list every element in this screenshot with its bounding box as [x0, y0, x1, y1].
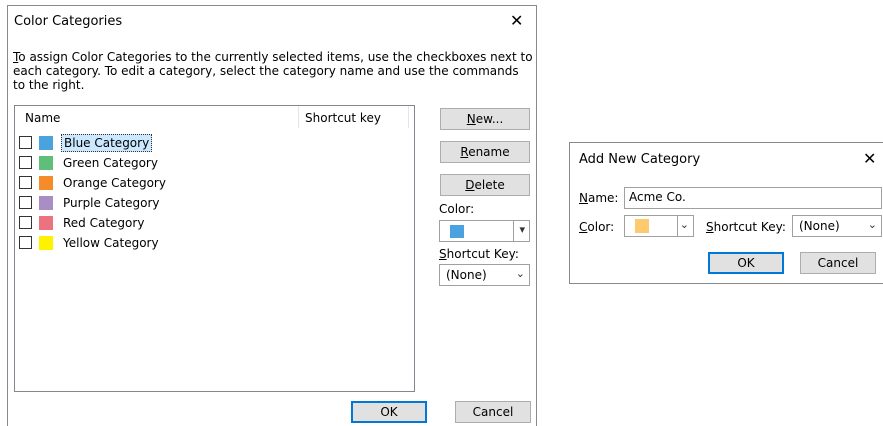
name-label: Name:: [579, 191, 618, 205]
color-dropdown[interactable]: ⌄: [624, 215, 694, 237]
name-mnemonic: N: [579, 191, 588, 205]
delete-label: elete: [474, 178, 505, 192]
list-item[interactable]: Orange Category: [19, 174, 349, 192]
list-item[interactable]: Red Category: [19, 214, 349, 232]
category-label[interactable]: Green Category: [61, 155, 160, 171]
ok-button[interactable]: OK: [351, 401, 427, 423]
color-swatch: [39, 196, 53, 210]
column-header-shortcut[interactable]: Shortcut key: [305, 111, 381, 125]
category-checkbox[interactable]: [19, 216, 32, 229]
cancel-button[interactable]: Cancel: [800, 252, 876, 274]
add-new-category-dialog: Add New Category ✕ Name: Acme Co. Color:…: [569, 142, 883, 284]
close-icon[interactable]: ✕: [510, 13, 523, 29]
new-label: ew...: [475, 112, 504, 126]
list-item[interactable]: Purple Category: [19, 194, 349, 212]
category-checkbox[interactable]: [19, 176, 32, 189]
list-item[interactable]: Yellow Category: [19, 234, 349, 252]
category-label[interactable]: Red Category: [61, 215, 146, 231]
color-dropdown[interactable]: ▾: [439, 220, 530, 242]
instructions-body: o assign Color Categories to the current…: [13, 50, 533, 92]
category-checkbox[interactable]: [19, 236, 32, 249]
shortcut-value: (None): [799, 219, 840, 233]
new-button[interactable]: New...: [440, 108, 530, 130]
category-checkbox[interactable]: [19, 196, 32, 209]
shortcut-key-dropdown[interactable]: (None) ⌄: [792, 215, 882, 237]
dropdown-divider: [677, 216, 678, 236]
dialog-title: Add New Category: [579, 152, 701, 167]
color-swatch: [635, 219, 649, 233]
chevron-down-icon: ⌄: [679, 218, 689, 231]
delete-mnemonic: D: [465, 178, 475, 192]
rename-button[interactable]: Rename: [440, 141, 530, 163]
category-label[interactable]: Yellow Category: [61, 235, 161, 251]
delete-button[interactable]: Delete: [440, 174, 530, 196]
color-swatch: [39, 136, 53, 150]
category-label[interactable]: Orange Category: [61, 175, 168, 191]
shortcut-key-label: Shortcut Key:: [706, 220, 786, 234]
column-divider[interactable]: [408, 106, 409, 128]
shortcut-key-dropdown[interactable]: (None) ⌄: [439, 264, 530, 286]
shortcut-key-label: Shortcut Key:: [439, 247, 519, 261]
dropdown-divider: [513, 221, 514, 241]
name-field[interactable]: Acme Co.: [624, 187, 882, 209]
close-icon[interactable]: ✕: [863, 151, 876, 167]
shortcut-mnemonic: S: [439, 247, 447, 261]
shortcut-label-text: hortcut Key:: [446, 247, 519, 261]
column-divider[interactable]: [298, 106, 299, 128]
category-list[interactable]: Name Shortcut key Blue Category Green Ca…: [14, 105, 415, 392]
shortcut-mnemonic: S: [706, 220, 714, 234]
list-header: Name Shortcut key: [15, 106, 414, 128]
category-checkbox[interactable]: [19, 136, 32, 149]
color-label-text: olor:: [587, 220, 615, 234]
ok-button[interactable]: OK: [708, 252, 784, 274]
category-label[interactable]: Purple Category: [61, 195, 162, 211]
dialog-title: Color Categories: [14, 14, 123, 29]
rename-label: ename: [468, 145, 510, 159]
chevron-down-icon: ⌄: [515, 267, 525, 280]
color-label: Color:: [439, 202, 475, 216]
new-mnemonic: N: [466, 112, 476, 126]
chevron-down-icon: ▾: [519, 223, 525, 236]
color-swatch: [39, 216, 53, 230]
instructions-text: To assign Color Categories to the curren…: [13, 50, 533, 92]
shortcut-value: (None): [446, 268, 487, 282]
category-checkbox[interactable]: [19, 156, 32, 169]
color-swatch: [450, 225, 464, 238]
name-label-text: ame:: [587, 191, 619, 205]
list-item[interactable]: Blue Category: [19, 134, 349, 152]
list-item[interactable]: Green Category: [19, 154, 349, 172]
column-header-name[interactable]: Name: [25, 111, 60, 125]
cancel-button[interactable]: Cancel: [455, 401, 531, 423]
chevron-down-icon: ⌄: [867, 218, 877, 231]
color-swatch: [39, 156, 53, 170]
color-swatch: [39, 176, 53, 190]
color-categories-dialog: Color Categories ✕ To assign Color Categ…: [7, 5, 537, 426]
color-label: Color:: [579, 220, 614, 234]
color-swatch: [39, 236, 53, 250]
shortcut-label-text: hortcut Key:: [713, 220, 786, 234]
name-value: Acme Co.: [629, 190, 686, 204]
category-label[interactable]: Blue Category: [61, 134, 153, 152]
